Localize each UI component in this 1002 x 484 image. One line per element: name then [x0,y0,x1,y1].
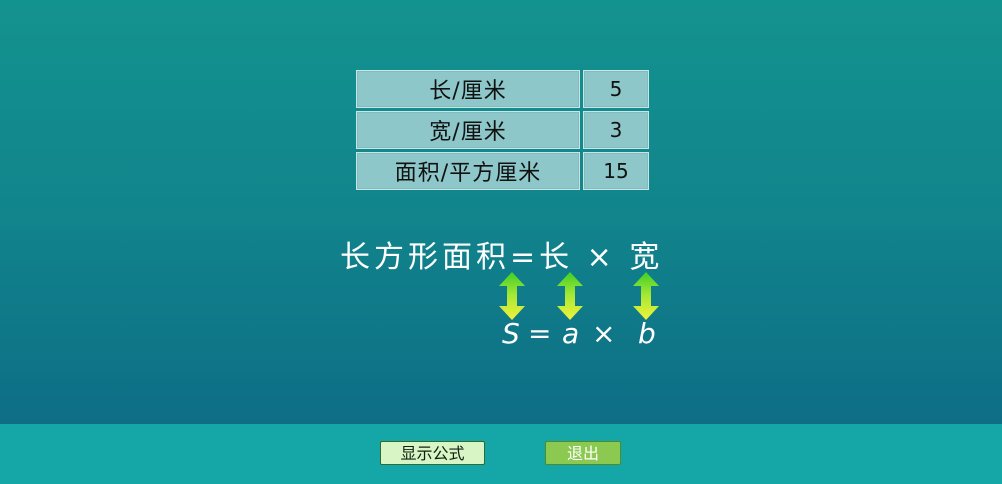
double-arrow-icon [557,272,583,320]
double-arrow-icon [499,272,525,320]
length-label: 长/厘米 [356,70,580,108]
width-label: 宽/厘米 [356,111,580,149]
symbol-a: a [562,317,580,350]
formula-symbols: S = a × b [500,317,700,353]
control-bar: 显示公式 退出 [0,424,1002,484]
table-row: 宽/厘米 3 [356,111,649,149]
lesson-stage: 长/厘米 5 宽/厘米 3 面积/平方厘米 15 长方形面积=长 × 宽 S = [0,0,1002,424]
measurement-table: 长/厘米 5 宽/厘米 3 面积/平方厘米 15 [353,67,652,193]
exit-button[interactable]: 退出 [545,441,621,465]
table-row: 面积/平方厘米 15 [356,152,649,190]
area-label: 面积/平方厘米 [356,152,580,190]
length-value: 5 [583,70,649,108]
table-row: 长/厘米 5 [356,70,649,108]
show-formula-button[interactable]: 显示公式 [380,441,485,465]
symbol-times: × [592,317,616,350]
width-value: 3 [583,111,649,149]
symbol-b: b [638,317,656,350]
area-value: 15 [583,152,649,190]
symbol-s: S [502,317,520,350]
formula-words: 长方形面积=长 × 宽 [340,240,664,275]
symbol-equals: = [528,317,552,350]
double-arrow-icon [633,272,659,320]
